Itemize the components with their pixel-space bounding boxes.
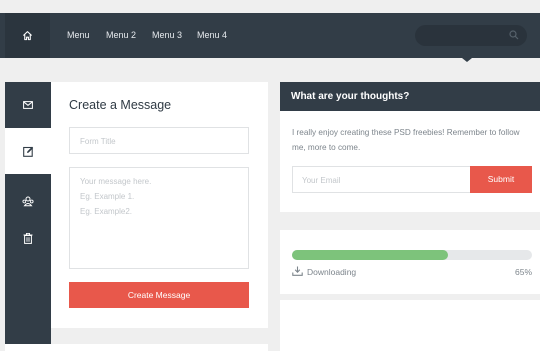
form-title-placeholder: Form Title [80, 137, 116, 146]
search-icon[interactable] [509, 30, 519, 40]
submit-button[interactable]: Submit [470, 166, 532, 193]
message-placeholder-line-2: Eg. Example 1. [80, 192, 135, 201]
message-placeholder-line-3: Eg. Example2. [80, 207, 133, 216]
users-icon [22, 196, 34, 206]
menu-item-3[interactable]: Menu 3 [152, 13, 182, 58]
message-card-title: Create a Message [69, 98, 172, 112]
sidebar-item-users[interactable] [5, 188, 51, 214]
sidebar-item-edit[interactable] [5, 128, 51, 174]
dropdown-caret [462, 58, 472, 62]
download-icon [292, 266, 303, 276]
thoughts-text: I really enjoy creating these PSD freebi… [292, 128, 520, 152]
download-percent: 65% [515, 267, 533, 277]
lower-left-card [5, 344, 268, 351]
download-label: Downloading [307, 267, 357, 277]
lower-right-card [280, 300, 540, 351]
email-placeholder: Your Email [302, 176, 341, 185]
create-message-button[interactable]: Create Message [69, 282, 249, 308]
search-input[interactable] [415, 25, 527, 46]
thoughts-card-title: What are your thoughts? [280, 82, 540, 111]
download-card [280, 230, 540, 294]
sidebar-item-mail[interactable] [5, 82, 51, 127]
top-navbar: Menu Menu 2 Menu 3 Menu 4 [0, 13, 540, 58]
progress-fill [292, 250, 448, 260]
form-title-input[interactable]: Form Title [69, 127, 249, 154]
edit-icon [22, 146, 33, 157]
home-icon [22, 31, 33, 41]
message-textarea[interactable]: Your message here. Eg. Example 1. Eg. Ex… [69, 167, 249, 269]
mail-icon [23, 100, 33, 109]
menu-item-1[interactable]: Menu [67, 13, 90, 58]
message-placeholder-line-1: Your message here. [80, 177, 152, 186]
trash-icon [23, 232, 33, 244]
menu-item-2[interactable]: Menu 2 [106, 13, 136, 58]
email-input[interactable]: Your Email [292, 166, 471, 193]
progress-track [292, 250, 532, 260]
sidebar-item-trash[interactable] [5, 226, 51, 250]
menu-item-4[interactable]: Menu 4 [197, 13, 227, 58]
home-button[interactable] [5, 13, 50, 58]
